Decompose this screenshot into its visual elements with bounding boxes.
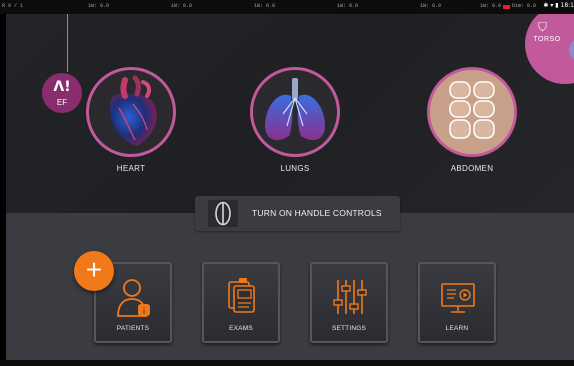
ef-pointer-line bbox=[67, 14, 68, 72]
system-status-icons: ✱ ▾ ▮ 18:1 bbox=[543, 2, 574, 9]
ef-label: EF bbox=[56, 98, 68, 107]
probe-handle-icon bbox=[208, 200, 238, 227]
ruler-label: 1W: 0.0 bbox=[480, 3, 502, 9]
handle-controls-button[interactable]: TURN ON HANDLE CONTROLS bbox=[195, 196, 400, 231]
ruler-label: 1W: 0.0 bbox=[420, 3, 442, 9]
video-lesson-icon bbox=[441, 283, 475, 313]
home-screen: HEART Λ! EF LUNGS ABDOMEN ⛉ TORSO TURN O… bbox=[6, 14, 574, 366]
ruler-label: R 0 / 1 bbox=[2, 3, 24, 9]
learn-button[interactable]: LEARN bbox=[418, 262, 496, 343]
secondary-tab[interactable] bbox=[569, 39, 574, 61]
lungs-icon bbox=[265, 78, 325, 141]
abdomen-icon bbox=[430, 70, 514, 154]
level-marker bbox=[503, 5, 510, 9]
wifi-icon: ▾ bbox=[550, 2, 554, 9]
ef-measure-icon: Λ! bbox=[53, 79, 71, 95]
ruler-label: Dim: 0.0 bbox=[512, 3, 537, 9]
exams-label: EXAMS bbox=[229, 325, 253, 332]
sliders-icon bbox=[333, 280, 367, 314]
clock-time: 18:1 bbox=[560, 2, 574, 9]
ruler-label: 1W: 0.0 bbox=[171, 3, 193, 9]
heart-button[interactable] bbox=[86, 67, 176, 157]
heart-label: HEART bbox=[116, 164, 146, 173]
add-button[interactable]: + bbox=[74, 251, 114, 291]
handle-controls-label: TURN ON HANDLE CONTROLS bbox=[252, 208, 382, 218]
torso-icon: ⛉ bbox=[538, 20, 548, 34]
battery-icon: ▮ bbox=[555, 2, 559, 9]
ruler-label: 1W: 0.0 bbox=[254, 3, 276, 9]
svg-text:i: i bbox=[143, 307, 146, 317]
patient-icon: i bbox=[117, 279, 150, 317]
lungs-button[interactable] bbox=[250, 67, 340, 157]
ef-badge[interactable]: Λ! EF bbox=[42, 73, 82, 113]
abdomen-label: ABDOMEN bbox=[450, 164, 494, 173]
exams-button[interactable]: EXAMS bbox=[202, 262, 280, 343]
torso-label: TORSO bbox=[533, 36, 561, 43]
learn-label: LEARN bbox=[445, 325, 469, 332]
bluetooth-icon: ✱ bbox=[543, 2, 549, 9]
bottom-edge bbox=[0, 360, 574, 366]
heart-icon bbox=[110, 75, 157, 146]
abdomen-button[interactable] bbox=[427, 67, 517, 157]
lungs-label: LUNGS bbox=[280, 164, 310, 173]
settings-button[interactable]: SETTINGS bbox=[310, 262, 388, 343]
patients-label: PATIENTS bbox=[116, 325, 150, 332]
ruler-label: 1W: 0.0 bbox=[88, 3, 110, 9]
ruler-label: 1W: 0.0 bbox=[337, 3, 359, 9]
status-bar: R 0 / 1 1W: 0.0 1W: 0.0 1W: 0.0 1W: 0.0 … bbox=[0, 0, 574, 14]
exams-icon bbox=[228, 278, 255, 313]
settings-label: SETTINGS bbox=[331, 325, 367, 332]
scale-ruler: R 0 / 1 1W: 0.0 1W: 0.0 1W: 0.0 1W: 0.0 … bbox=[0, 1, 574, 12]
